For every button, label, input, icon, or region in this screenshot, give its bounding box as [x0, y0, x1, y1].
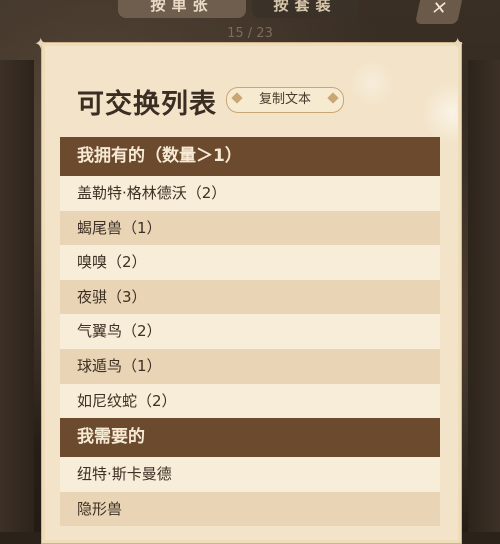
diamond-ornament-icon — [231, 92, 243, 104]
copy-text-label: 复制文本 — [258, 92, 311, 107]
list-item: 球遁鸟（1） — [60, 348, 440, 384]
list-item: 夜骐（3） — [60, 279, 440, 315]
list-item: 气翼鸟（2） — [60, 314, 440, 349]
corner-star-icon: ✦ — [34, 34, 48, 53]
close-icon: ✕ — [429, 0, 450, 19]
list-item: 嗅嗅（2） — [60, 245, 440, 280]
exchange-list: 我拥有的（数量＞1） 盖勒特·格林德沃（2） 蝎尾兽（1） 嗅嗅（2） 夜骐（3… — [60, 137, 440, 527]
list-item: 如尼纹蛇（2） — [60, 383, 440, 419]
top-tab-bar: 按单张 按套装 ✕ — [0, 0, 500, 24]
close-button[interactable]: ✕ — [415, 0, 463, 24]
list-item: 蝎尾兽（1） — [60, 210, 440, 246]
list-item: 纽特·斯卡曼德 — [60, 457, 440, 492]
corner-star-icon: ✦ — [451, 34, 465, 53]
diamond-ornament-icon — [327, 92, 339, 104]
background-right-strip — [468, 60, 500, 532]
list-item: 隐形兽 — [60, 491, 440, 527]
section-header-owned: 我拥有的（数量＞1） — [60, 137, 440, 176]
section-header-needed: 我需要的 — [60, 418, 440, 458]
tab-by-set[interactable]: 按套装 — [252, 0, 358, 18]
tab-by-single-card[interactable]: 按单张 — [118, 0, 246, 18]
page-counter: 15 / 23 — [227, 26, 273, 41]
page-title: 可交换列表 — [77, 89, 217, 120]
background-left-strip — [0, 60, 34, 532]
copy-text-button[interactable]: 复制文本 — [226, 87, 344, 113]
list-item: 盖勒特·格林德沃（2） — [60, 176, 440, 211]
